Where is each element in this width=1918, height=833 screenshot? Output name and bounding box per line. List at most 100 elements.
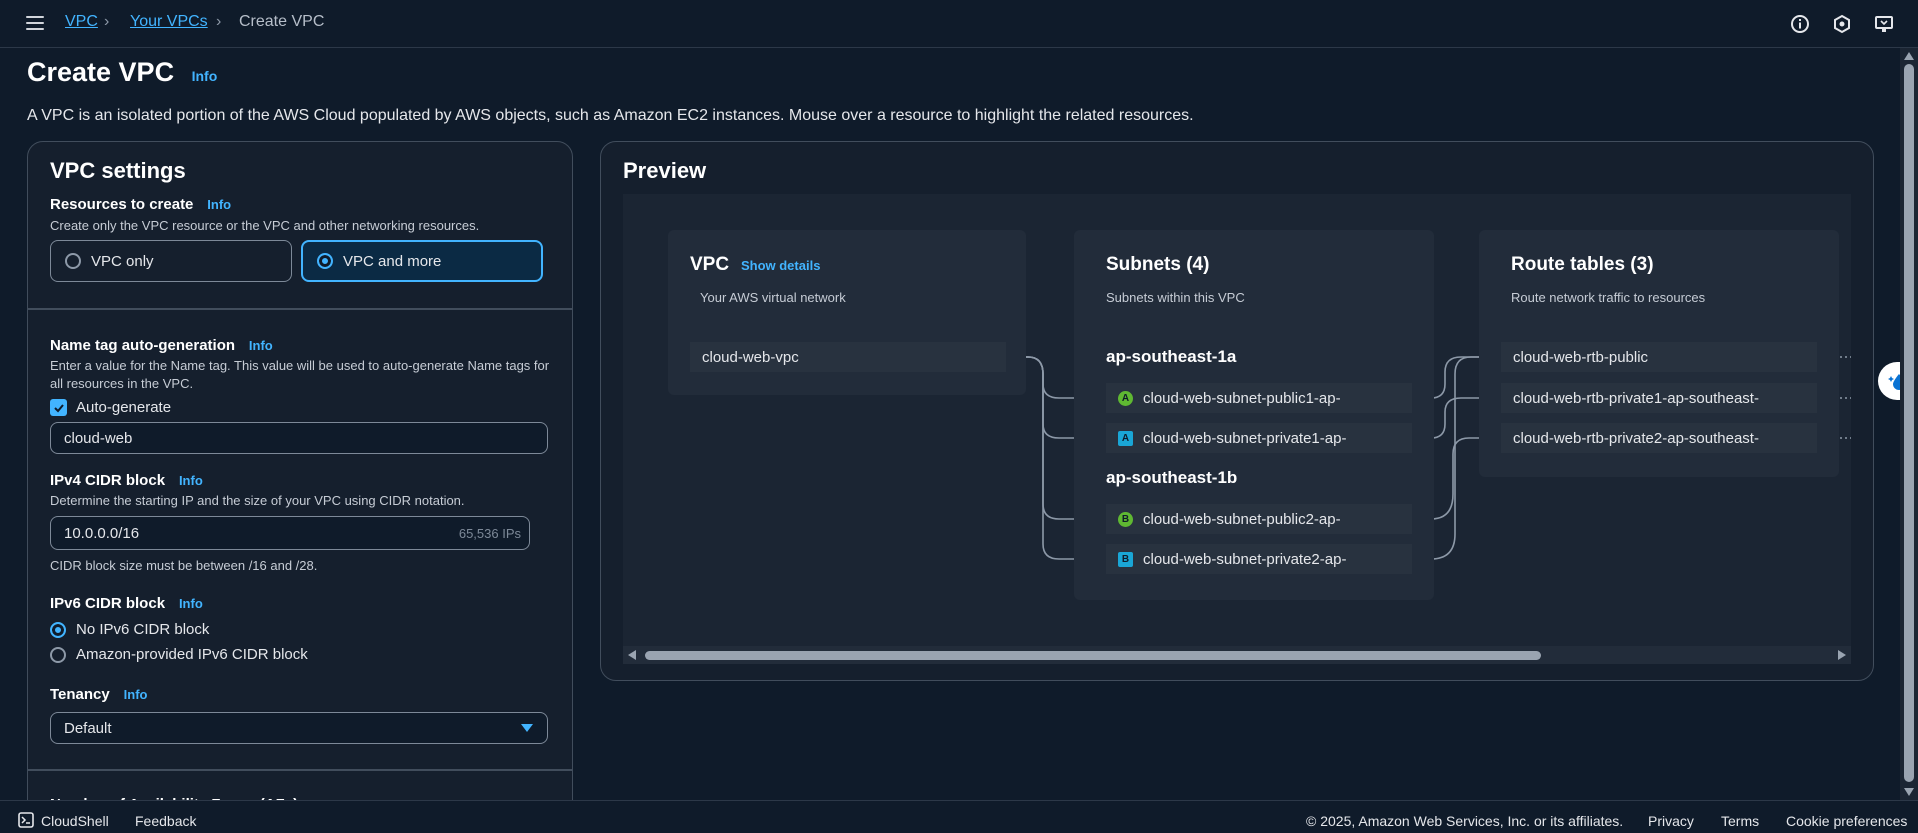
name-tag-label-row: Name tag auto-generation Info	[50, 337, 273, 354]
ipv4-label: IPv4 CIDR block	[50, 472, 166, 489]
tenancy-label: Tenancy	[50, 686, 110, 703]
route-tables-card-subtitle: Route network traffic to resources	[1511, 290, 1706, 305]
subnets-card-title: Subnets (4)	[1106, 254, 1210, 275]
name-tag-help: Enter a value for the Name tag. This val…	[50, 358, 550, 391]
vpc-settings-title: VPC settings	[50, 158, 186, 183]
public-subnet-badge-icon: B	[1118, 511, 1133, 527]
name-tag-label: Name tag auto-generation	[50, 337, 236, 354]
subnet-item[interactable]: B cloud-web-subnet-private2-ap-	[1106, 544, 1412, 574]
private-subnet-badge-icon: B	[1118, 551, 1133, 567]
vpc-card-header: VPC Show details	[690, 254, 820, 276]
radio-unselected-icon	[50, 646, 66, 663]
ipv4-constraint: CIDR block size must be between /16 and …	[50, 558, 318, 573]
chevron-right-icon: ›	[216, 13, 222, 30]
scrollbar-thumb[interactable]	[645, 651, 1541, 660]
name-tag-input-value: cloud-web	[64, 429, 133, 447]
subnet-item[interactable]: A cloud-web-subnet-private1-ap-	[1106, 423, 1412, 453]
ipv6-label: IPv6 CIDR block	[50, 595, 166, 612]
feedback-link[interactable]: Feedback	[135, 813, 196, 829]
name-tag-info-link[interactable]: Info	[249, 338, 273, 353]
vpc-settings-panel: VPC settings Resources to create Info Cr…	[27, 141, 573, 821]
page-title-text: Create VPC	[27, 57, 175, 87]
resources-label-row: Resources to create Info	[50, 196, 231, 213]
no-ipv6-option[interactable]: No IPv6 CIDR block	[50, 621, 209, 638]
public-subnet-badge-icon: A	[1118, 390, 1133, 406]
vpc-card-subtitle: Your AWS virtual network	[700, 290, 846, 305]
name-tag-input[interactable]: cloud-web	[50, 422, 548, 454]
subnet-item[interactable]: B cloud-web-subnet-public2-ap-	[1106, 504, 1412, 534]
monitor-feedback-icon[interactable]	[1873, 13, 1895, 35]
breadcrumb-current: Create VPC	[239, 13, 325, 30]
privacy-link[interactable]: Privacy	[1648, 813, 1694, 829]
route-table-item[interactable]: cloud-web-rtb-public	[1501, 342, 1817, 372]
subnet-item[interactable]: A cloud-web-subnet-public1-ap-	[1106, 383, 1412, 413]
cloudshell-link[interactable]: CloudShell	[41, 813, 109, 829]
vpc-only-label: VPC only	[91, 252, 154, 270]
vpc-card-title: VPC	[690, 254, 730, 275]
scroll-down-arrow-icon[interactable]	[1904, 788, 1914, 796]
info-circle-icon[interactable]	[1789, 13, 1811, 35]
footer-bar	[0, 800, 1918, 833]
preview-title: Preview	[623, 158, 707, 183]
cloudshell-icon[interactable]	[18, 812, 34, 828]
route-tables-card-title: Route tables (3)	[1511, 254, 1654, 275]
vpc-resource-name: cloud-web-vpc	[702, 348, 799, 366]
show-details-link[interactable]: Show details	[741, 258, 820, 273]
no-ipv6-label: No IPv6 CIDR block	[76, 621, 210, 638]
vpc-card: VPC Show details Your AWS virtual networ…	[668, 230, 1026, 395]
tenancy-select[interactable]: Default	[50, 712, 548, 744]
route-table-name: cloud-web-rtb-public	[1513, 348, 1649, 366]
breadcrumb-vpc[interactable]: VPC	[65, 13, 98, 31]
radio-selected-icon	[50, 621, 66, 638]
availability-zone-label: ap-southeast-1b	[1106, 468, 1238, 487]
scroll-up-arrow-icon[interactable]	[1904, 52, 1914, 60]
section-divider	[28, 769, 572, 771]
chevron-right-icon: ›	[104, 13, 110, 30]
scrollbar-thumb[interactable]	[1904, 64, 1914, 782]
radio-selected-icon	[317, 253, 333, 269]
section-divider	[28, 308, 572, 310]
notifications-icon[interactable]	[1831, 13, 1853, 35]
caret-down-icon	[521, 724, 533, 732]
route-table-item[interactable]: cloud-web-rtb-private1-ap-southeast-	[1501, 383, 1817, 413]
resources-info-link[interactable]: Info	[207, 197, 231, 212]
subnet-name: cloud-web-subnet-public2-ap-	[1143, 510, 1341, 528]
subnet-name: cloud-web-subnet-private1-ap-	[1143, 429, 1347, 447]
amazon-ipv6-option[interactable]: Amazon-provided IPv6 CIDR block	[50, 646, 308, 663]
vertical-scrollbar[interactable]	[1900, 48, 1918, 800]
auto-generate-label: Auto-generate	[76, 399, 172, 416]
vpc-and-more-option[interactable]: VPC and more	[301, 240, 543, 282]
auto-generate-checkbox-row[interactable]: Auto-generate	[50, 399, 171, 416]
ipv4-help: Determine the starting IP and the size o…	[50, 493, 465, 508]
availability-zone-label: ap-southeast-1a	[1106, 347, 1237, 366]
terms-link[interactable]: Terms	[1721, 813, 1759, 829]
title-info-link[interactable]: Info	[192, 68, 218, 84]
breadcrumb-your-vpcs[interactable]: Your VPCs	[130, 13, 208, 31]
copyright-text: © 2025, Amazon Web Services, Inc. or its…	[1306, 813, 1624, 829]
page-title: Create VPC Info	[27, 57, 217, 88]
ipv4-cidr-input[interactable]: 10.0.0.0/16 65,536 IPs	[50, 516, 530, 550]
ipv4-info-link[interactable]: Info	[179, 473, 203, 488]
tenancy-info-link[interactable]: Info	[124, 687, 148, 702]
hamburger-icon[interactable]	[26, 16, 44, 30]
ipv4-cidr-value: 10.0.0.0/16	[64, 524, 140, 542]
subnets-card-subtitle: Subnets within this VPC	[1106, 290, 1245, 305]
route-table-name: cloud-web-rtb-private2-ap-southeast-	[1513, 429, 1759, 447]
preview-panel: Preview VPC Show details Your AWS virtua…	[600, 141, 1874, 681]
ipv6-info-link[interactable]: Info	[179, 596, 203, 611]
resources-label: Resources to create	[50, 196, 194, 213]
tenancy-select-value: Default	[64, 719, 112, 737]
ipv6-label-row: IPv6 CIDR block Info	[50, 595, 203, 612]
tenancy-label-row: Tenancy Info	[50, 686, 147, 703]
scroll-left-arrow-icon[interactable]	[627, 650, 637, 660]
subnet-name: cloud-web-subnet-public1-ap-	[1143, 389, 1341, 407]
checkbox-checked-icon[interactable]	[50, 399, 67, 416]
vpc-resource[interactable]: cloud-web-vpc	[690, 342, 1006, 372]
scroll-right-arrow-icon[interactable]	[1837, 650, 1847, 660]
ipv4-label-row: IPv4 CIDR block Info	[50, 472, 203, 489]
vpc-only-option[interactable]: VPC only	[50, 240, 292, 282]
cookie-preferences-link[interactable]: Cookie preferences	[1786, 813, 1907, 829]
preview-diagram: VPC Show details Your AWS virtual networ…	[623, 194, 1851, 646]
horizontal-scrollbar[interactable]	[623, 646, 1851, 664]
route-table-item[interactable]: cloud-web-rtb-private2-ap-southeast-	[1501, 423, 1817, 453]
